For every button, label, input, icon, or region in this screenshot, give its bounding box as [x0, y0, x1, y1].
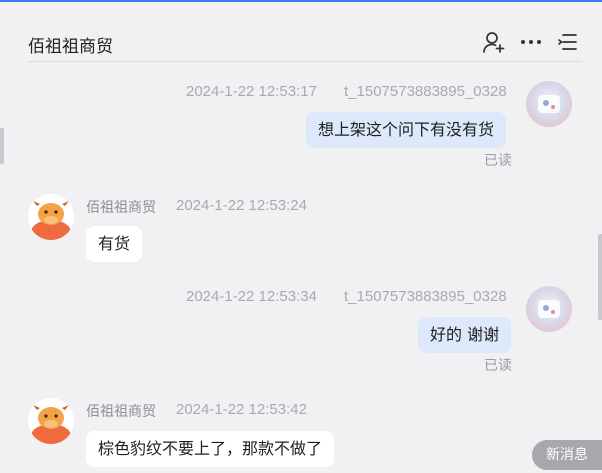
message-bubble[interactable]: 想上架这个问下有没有货: [306, 112, 507, 148]
menu-icon[interactable]: [557, 30, 581, 54]
side-collapse-tab[interactable]: [0, 128, 4, 164]
read-status: 已读: [484, 153, 512, 169]
scrollbar-thumb[interactable]: [598, 234, 602, 320]
message-sender-name: t_1507573883895_0328: [344, 83, 507, 100]
message-time: 2024-1-22 12:53:24: [176, 197, 307, 214]
message-bubble[interactable]: 棕色豹纹不要上了，那款不做了: [86, 431, 335, 467]
read-status: 已读: [484, 358, 512, 374]
message-bubble[interactable]: 好的 谢谢: [418, 317, 512, 353]
add-user-icon[interactable]: [482, 30, 506, 54]
user-avatar[interactable]: [526, 81, 572, 127]
contact-avatar[interactable]: [28, 398, 74, 444]
message-time: 2024-1-22 12:53:17: [186, 83, 317, 100]
message-sender-name: 佰祖祖商贸: [86, 200, 156, 216]
message-time: 2024-1-22 12:53:42: [176, 401, 307, 418]
message-sender-name: t_1507573883895_0328: [344, 288, 507, 305]
message-time: 2024-1-22 12:53:34: [186, 288, 317, 305]
chat-header: 佰祖祖商贸: [28, 24, 582, 62]
contact-avatar[interactable]: [28, 194, 74, 240]
chat-title: 佰祖祖商贸: [28, 37, 113, 57]
more-icon[interactable]: [519, 30, 543, 54]
message-bubble[interactable]: 有货: [86, 226, 143, 262]
user-avatar[interactable]: [526, 286, 572, 332]
message-sender-name: 佰祖祖商贸: [86, 404, 156, 420]
new-message-button[interactable]: 新消息: [532, 440, 602, 470]
top-accent-line: [0, 0, 602, 2]
